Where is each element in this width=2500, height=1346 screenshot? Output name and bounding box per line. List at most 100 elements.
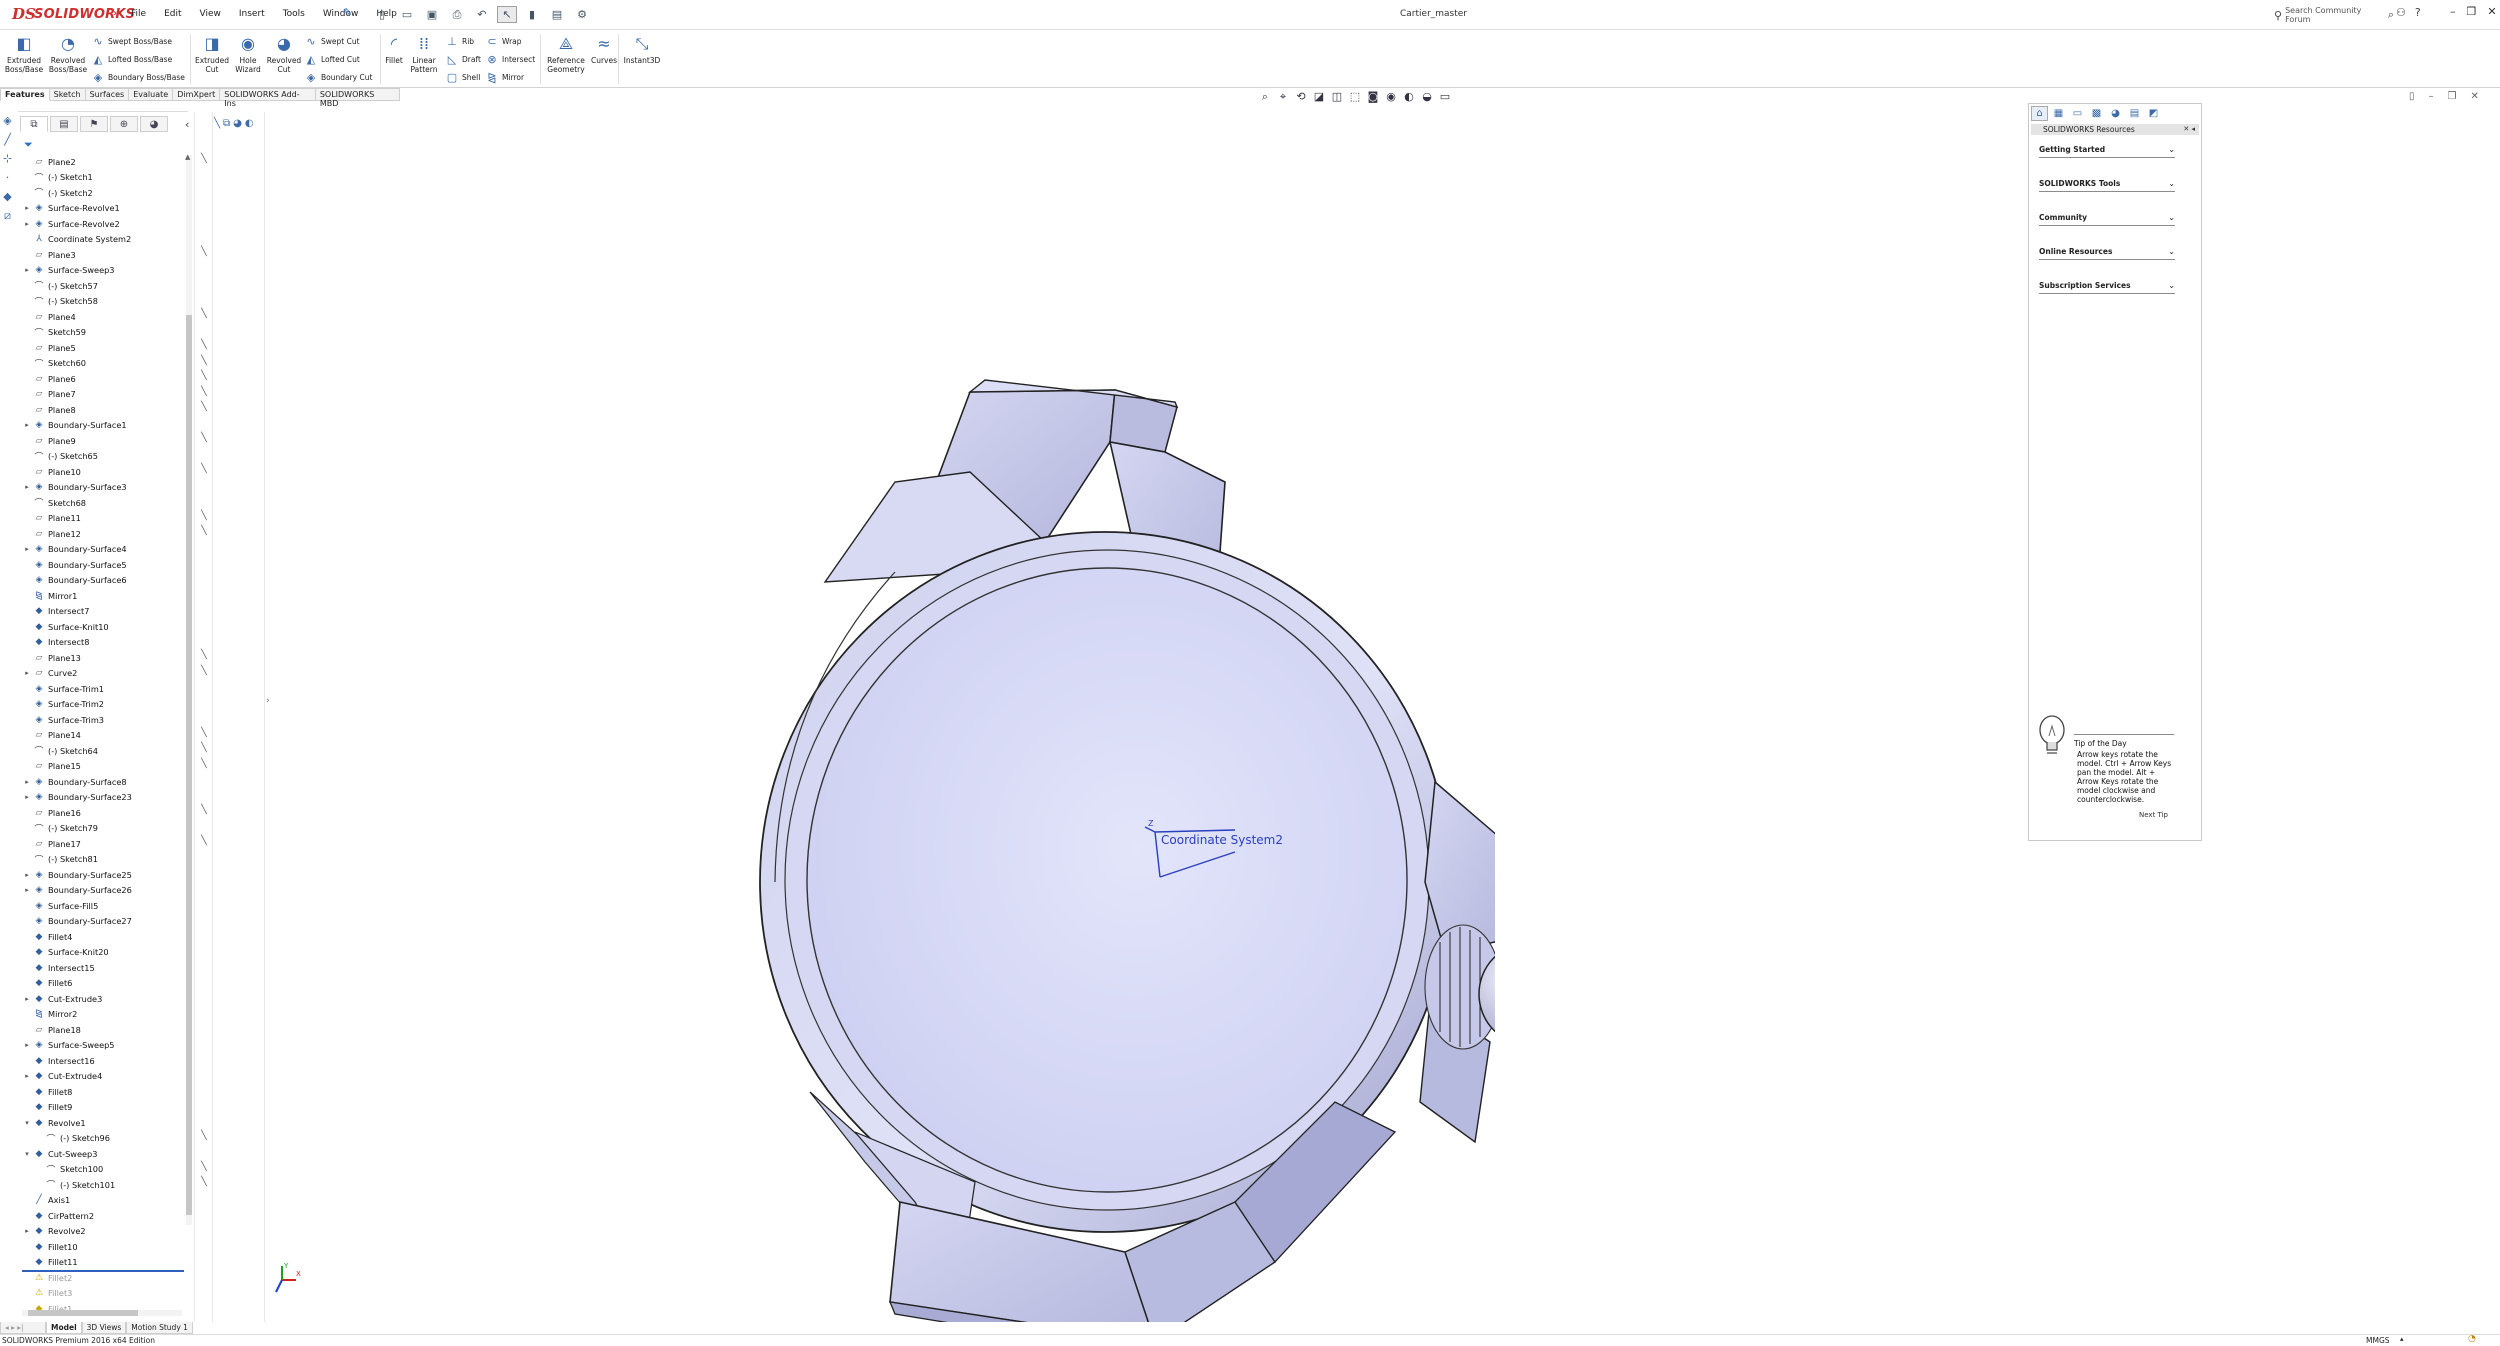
revolved-cut-button[interactable]: ◕ Revolved Cut	[262, 34, 306, 74]
tree-item[interactable]: ◈ Surface-Trim1	[22, 681, 187, 697]
swept-cut-button[interactable]: ∿ Swept Cut	[305, 33, 359, 49]
display-manager-tab[interactable]: ◕	[140, 116, 168, 132]
restore-icon[interactable]: ❐	[2467, 5, 2477, 18]
tree-item[interactable]: ▱ Plane17	[22, 836, 187, 852]
tree-item[interactable]: ▸ ▱ Curve2	[22, 666, 187, 682]
view-palette-tab[interactable]: ▩	[2088, 106, 2105, 121]
magnifier-icon[interactable]: ⌕	[2388, 8, 2394, 22]
expand-arrow-icon[interactable]: ▸	[22, 778, 32, 786]
scene-icon[interactable]: ◐	[245, 118, 254, 129]
tree-item[interactable]: ⧎ Mirror1	[22, 588, 187, 604]
tree-item[interactable]: ◈ Surface-Fill5	[22, 898, 187, 914]
help-question-icon[interactable]: ?	[2415, 6, 2421, 19]
tree-item[interactable]: ▱ Plane8	[22, 402, 187, 418]
tree-item[interactable]: ◈ Surface-Trim2	[22, 697, 187, 713]
expand-arrow-icon[interactable]: ▸	[22, 1041, 32, 1049]
file-properties-icon[interactable]: ▤	[547, 6, 567, 23]
unit-system[interactable]: MMGS	[2366, 1336, 2390, 1345]
property-manager-tab[interactable]: ▤	[50, 116, 78, 132]
hidden-visibility-icon[interactable]: ╲	[196, 666, 212, 676]
expand-arrow-icon[interactable]: ▸	[22, 266, 32, 274]
filter-line-icon[interactable]: ╲	[214, 118, 220, 129]
tree-item[interactable]: ▾ ◆ Cut-Sweep3	[22, 1146, 187, 1162]
intersect-button[interactable]: ⊗ Intersect	[486, 51, 535, 67]
tree-item[interactable]: ⌒ (-) Sketch96	[22, 1131, 187, 1147]
feature-tree-scrollbar[interactable]: ▲	[185, 153, 192, 1225]
search-community-forum[interactable]: ⚲ Search Community Forum ⌕	[2274, 6, 2394, 24]
tree-item[interactable]: ⌒ (-) Sketch101	[22, 1177, 187, 1193]
expand-arrow-icon[interactable]: ▸	[22, 204, 32, 212]
menu-window[interactable]: Window	[316, 8, 366, 20]
pin-close-icon[interactable]: ✕ ◂	[2183, 124, 2195, 135]
hidden-visibility-icon[interactable]: ╲	[196, 526, 212, 536]
expand-arrow-icon[interactable]: ▸	[22, 1227, 32, 1235]
tree-item[interactable]: ▸ ◆ Cut-Extrude3	[22, 991, 187, 1007]
hidden-visibility-icon[interactable]: ╲	[196, 650, 212, 660]
tree-item[interactable]: ▱ Plane2	[22, 154, 187, 170]
tree-item[interactable]: ◈ Boundary-Surface6	[22, 573, 187, 589]
tab-dimxpert[interactable]: DimXpert	[173, 88, 221, 101]
tree-item[interactable]: ◈ Surface-Trim3	[22, 712, 187, 728]
tree-item[interactable]: ▸ ◈ Surface-Sweep3	[22, 263, 187, 279]
tree-item[interactable]: ◆ Surface-Knit10	[22, 619, 187, 635]
tree-item[interactable]: ▱ Plane7	[22, 387, 187, 403]
hidden-visibility-icon[interactable]: ╲	[196, 309, 212, 319]
configuration-manager-tab[interactable]: ⚑	[80, 116, 108, 132]
section-getting-started[interactable]: Getting Started ⌄	[2039, 144, 2175, 158]
watch-model[interactable]: Coordinate System2 Z	[715, 282, 1495, 1322]
tree-item[interactable]: ▱ Plane15	[22, 759, 187, 775]
tree-item[interactable]: ◆ Fillet11	[22, 1255, 187, 1271]
tab-sketch[interactable]: Sketch	[49, 88, 86, 101]
tree-item[interactable]: ▸ ◈ Boundary-Surface3	[22, 480, 187, 496]
tree-item[interactable]: ⌒ Sketch100	[22, 1162, 187, 1178]
tree-item[interactable]: ▸ ◆ Revolve2	[22, 1224, 187, 1240]
chevron-left-icon[interactable]: ‹	[185, 118, 189, 131]
tab-addins[interactable]: SOLIDWORKS Add-Ins	[220, 88, 316, 108]
tree-item[interactable]: ◆ Intersect8	[22, 635, 187, 651]
section-solidworks-tools[interactable]: SOLIDWORKS Tools ⌄	[2039, 178, 2175, 192]
tree-item[interactable]: ▱ Plane4	[22, 309, 187, 325]
boundary-cut-button[interactable]: ◈ Boundary Cut	[305, 69, 373, 85]
mirror-button[interactable]: ⧎ Mirror	[486, 69, 524, 85]
tree-item[interactable]: ▸ ◈ Surface-Sweep5	[22, 1038, 187, 1054]
tree-item[interactable]: ◆ Fillet9	[22, 1100, 187, 1116]
tree-item[interactable]: ◆ Fillet10	[22, 1239, 187, 1255]
expand-arrow-icon[interactable]: ▸	[22, 483, 32, 491]
hidden-visibility-icon[interactable]: ╲	[196, 805, 212, 815]
tree-item[interactable]: ◈ Boundary-Surface27	[22, 914, 187, 930]
tree-item[interactable]: ▸ ◆ Cut-Extrude4	[22, 1069, 187, 1085]
smart-dimension-icon[interactable]: ⊹	[3, 152, 12, 165]
tree-item[interactable]: ▸ ◈ Boundary-Surface1	[22, 418, 187, 434]
hidden-visibility-icon[interactable]: ╲	[196, 340, 212, 350]
expand-arrow-icon[interactable]: ▸	[22, 1072, 32, 1080]
tree-item[interactable]: ▱ Plane16	[22, 805, 187, 821]
expand-arrow-icon[interactable]: ▾	[22, 1119, 32, 1127]
wrap-button[interactable]: ⊂ Wrap	[486, 33, 521, 49]
tree-item[interactable]: ⌒ Sketch60	[22, 356, 187, 372]
tree-item[interactable]: ◆ Fillet8	[22, 1084, 187, 1100]
viewport-close-icon[interactable]: ✕	[2470, 91, 2478, 102]
tree-item[interactable]: ▱ Plane10	[22, 464, 187, 480]
scrollbar-thumb[interactable]	[186, 315, 192, 1215]
hidden-visibility-icon[interactable]: ╲	[196, 1131, 212, 1141]
hidden-visibility-icon[interactable]: ╲	[196, 1177, 212, 1187]
tree-item[interactable]: ▾ ◆ Revolve1	[22, 1115, 187, 1131]
reference-triad[interactable]: X Y	[272, 1262, 302, 1298]
rebuild-status-icon[interactable]: ◔	[2468, 1334, 2476, 1344]
tree-item[interactable]: ⌒ Sketch59	[22, 325, 187, 341]
expand-arrow-icon[interactable]: ▸	[22, 220, 32, 228]
print-icon[interactable]: ⎙	[447, 6, 467, 23]
section-online-resources[interactable]: Online Resources ⌄	[2039, 246, 2175, 260]
expand-arrow-icon[interactable]: ▸	[22, 871, 32, 879]
hidden-visibility-icon[interactable]: ╲	[196, 356, 212, 366]
scroll-up-icon[interactable]: ▲	[185, 153, 190, 161]
menu-edit[interactable]: Edit	[157, 8, 188, 20]
tree-item[interactable]: ▸ ◈ Boundary-Surface25	[22, 867, 187, 883]
viewport-minimize-icon[interactable]: –	[2429, 91, 2434, 102]
tree-item[interactable]: ◆ Intersect16	[22, 1053, 187, 1069]
forum-tab[interactable]: ◩	[2145, 106, 2162, 121]
open-folder-icon[interactable]: ▭	[397, 6, 417, 23]
tree-item[interactable]: ◈ Boundary-Surface5	[22, 557, 187, 573]
tree-item[interactable]: ▱ Plane13	[22, 650, 187, 666]
tab-motion-study[interactable]: Motion Study 1	[126, 1322, 193, 1334]
